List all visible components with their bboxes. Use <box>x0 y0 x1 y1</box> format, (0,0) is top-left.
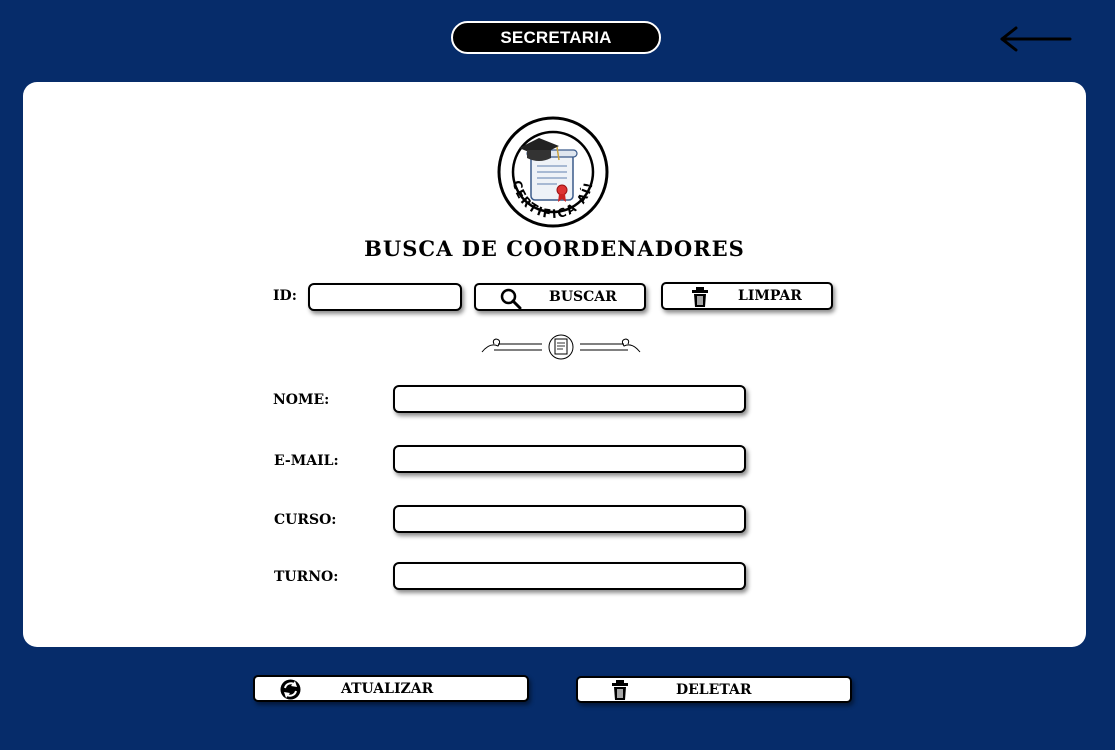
trash-icon <box>691 286 709 308</box>
id-input[interactable] <box>308 283 462 311</box>
search-button-label: BUSCAR <box>549 289 617 305</box>
trash-icon <box>611 679 629 701</box>
nome-input[interactable] <box>393 385 746 413</box>
back-arrow-icon[interactable] <box>998 24 1074 54</box>
update-button-label: ATUALIZAR <box>341 680 434 697</box>
search-icon <box>500 288 522 310</box>
page-header-title: SECRETARIA <box>451 21 661 54</box>
nome-label: NOME: <box>273 392 330 408</box>
delete-button-label: DELETAR <box>676 681 752 698</box>
email-label: E-MAIL: <box>274 453 339 469</box>
ornamental-divider-icon <box>481 334 641 360</box>
curso-input[interactable] <box>393 505 746 533</box>
id-label: ID: <box>273 288 297 304</box>
clear-button[interactable]: LIMPAR <box>661 282 833 310</box>
delete-button[interactable]: DELETAR <box>576 676 852 703</box>
certifica-logo: CERTIFICA AÍ! <box>497 116 609 228</box>
email-input[interactable] <box>393 445 746 473</box>
curso-label: CURSO: <box>274 512 337 528</box>
header-title-text: SECRETARIA <box>500 27 612 47</box>
page-title: BUSCA DE COORDENADORES <box>364 236 745 261</box>
update-button[interactable]: ATUALIZAR <box>253 675 529 702</box>
search-button[interactable]: BUSCAR <box>474 283 646 311</box>
refresh-icon <box>280 679 301 700</box>
turno-label: TURNO: <box>274 569 339 585</box>
turno-input[interactable] <box>393 562 746 590</box>
clear-button-label: LIMPAR <box>738 288 802 304</box>
main-card: CERTIFICA AÍ! BUSCA DE COORDENADORES ID:… <box>23 82 1086 647</box>
